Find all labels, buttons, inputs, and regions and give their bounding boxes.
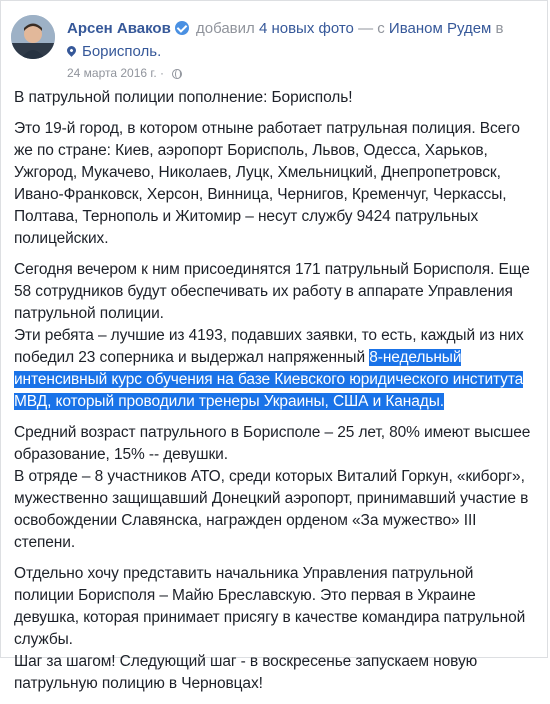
author-avatar[interactable] [11,15,55,59]
text-line: Ивано-Франковск, Херсон, Винница, Черниг… [14,186,507,203]
new-photos-link[interactable]: 4 новых фото [259,20,354,37]
action-prefix: добавил [195,20,255,37]
selected-text: интенсивный курс обучения на базе Киевск… [14,371,524,388]
post-timestamp[interactable]: 24 марта 2016 г. [67,66,157,80]
paragraph-3: Сегодня вечером к ним присоединятся 171 … [14,259,537,413]
verified-badge-icon [174,21,189,35]
text-line: Шаг за шагом! Следующий шаг - в воскресе… [14,653,478,670]
text-line: степени. [14,534,76,551]
post-header: Арсен Аваков добавил 4 новых фото — с Ив… [1,1,547,91]
selected-text: 8-недельный [369,349,462,366]
author-name-link[interactable]: Арсен Аваков [67,20,171,37]
post-body: В патрульной полиции пополнение: Бориспо… [14,87,537,704]
plain-text: победил 23 соперника и выдержал напряжен… [14,349,370,366]
paragraph-1: В патрульной полиции пополнение: Бориспо… [14,87,537,109]
in-label: в [495,20,504,37]
text-line: образование, 15% -- девушки. [14,446,228,463]
text-line: освобождении Славянска, награжден ордено… [14,512,477,529]
with-label: — с [358,20,385,37]
text-line: Сегодня вечером к ним присоединятся 171 … [14,261,530,278]
paragraph-2: Это 19-й город, в котором отныне работае… [14,118,537,250]
text-line-highlighted: МВД, который проводили тренеры Украины, … [14,391,537,413]
location-pin-icon [65,44,78,57]
meta-separator: · [160,66,165,80]
paragraph-4: Средний возраст патрульного в Борисполе … [14,422,537,554]
location-line: Борисполь. [65,43,161,61]
post-meta: 24 марта 2016 г. · [67,66,183,80]
text-line: мужественно защищавший Донецкий аэропорт… [14,490,529,507]
public-globe-icon[interactable] [172,69,183,79]
text-line: Полтава, Тернополь и Житомир – несут слу… [14,208,479,225]
facebook-post: Арсен Аваков добавил 4 новых фото — с Ив… [0,0,548,692]
text-line: Эти ребята – лучшие из 4193, подавших за… [14,327,524,344]
text-line: Отдельно хочу представить начальника Упр… [14,565,474,582]
location-link[interactable]: Борисполь. [82,43,161,60]
text-line: девушка, которая принимает присягу в кач… [14,609,526,626]
tagged-person-link[interactable]: Иваном Рудем [389,20,491,37]
text-line: В патрульной полиции пополнение: Бориспо… [14,89,353,106]
text-line: патрульную полицию в Черновцах! [14,675,263,692]
text-line: же по стране: Киев, аэропорт Борисполь, … [14,142,488,159]
text-line-mixed: победил 23 соперника и выдержал напряжен… [14,347,537,369]
paragraph-5: Отдельно хочу представить начальника Упр… [14,563,537,695]
text-line: 58 сотрудников будут обеспечивать их раб… [14,283,513,300]
text-line: службы. [14,631,73,648]
text-line: полицейских. [14,230,109,247]
text-line: Средний возраст патрульного в Борисполе … [14,424,531,441]
post-title-line: Арсен Аваков добавил 4 новых фото — с Ив… [67,20,537,38]
text-line: Ужгород, Мукачево, Николаев, Луцк, Хмель… [14,164,501,181]
text-line-highlighted: интенсивный курс обучения на базе Киевск… [14,369,537,391]
text-line: В отряде – 8 участников АТО, среди котор… [14,468,525,485]
text-line: Это 19-й город, в котором отныне работае… [14,120,520,137]
text-line: полиции Борисполя – Майю Бреславскую. Эт… [14,587,476,604]
text-line: патрульной полиции. [14,305,164,322]
selected-text: МВД, который проводили тренеры Украины, … [14,393,444,410]
